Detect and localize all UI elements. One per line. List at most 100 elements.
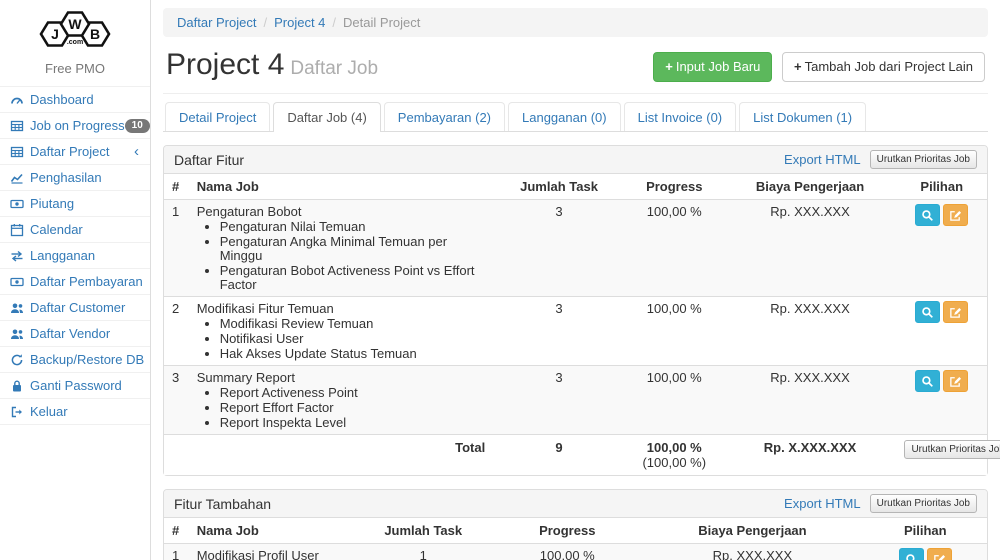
job-subtask: Notifikasi User xyxy=(220,332,486,346)
breadcrumb-separator: / xyxy=(256,15,274,30)
progress-value: 100,00 % xyxy=(625,366,724,435)
sidebar-item-penghasilan[interactable]: Penghasilan xyxy=(0,164,150,190)
main-content: Daftar Project / Project 4 / Detail Proj… xyxy=(151,0,1000,560)
sidebar-item-calendar[interactable]: Calendar xyxy=(0,216,150,242)
col-header-progress: Progress xyxy=(625,174,724,200)
job-name: Modifikasi Profil User xyxy=(197,548,346,560)
urutkan-prioritas-job-button[interactable]: Urutkan Prioritas Job xyxy=(870,150,977,169)
edit-job-button[interactable] xyxy=(927,548,952,560)
input-job-baru-button[interactable]: +Input Job Baru xyxy=(653,52,772,82)
job-subtask: Modifikasi Review Temuan xyxy=(220,317,486,331)
sidebar-item-daftar-project[interactable]: Daftar Project ‹ xyxy=(0,138,150,164)
jumlah-task-value: 3 xyxy=(493,297,625,366)
export-html-link[interactable]: Export HTML xyxy=(784,152,861,167)
sidebar-item-label: Langganan xyxy=(30,248,141,263)
calendar-icon xyxy=(9,223,25,237)
job-subtask: Report Effort Factor xyxy=(220,401,486,415)
refresh-icon xyxy=(9,353,25,367)
job-name: Modifikasi Fitur Temuan xyxy=(197,301,486,316)
job-subtasks: Pengaturan Nilai Temuan Pengaturan Angka… xyxy=(197,220,486,292)
total-tasks: 9 xyxy=(493,435,625,476)
sidebar-item-label: Daftar Customer xyxy=(30,300,141,315)
job-name: Pengaturan Bobot xyxy=(197,204,486,219)
tab-langganan[interactable]: Langganan (0) xyxy=(508,102,624,131)
biaya-value: Rp. XXX.XXX xyxy=(641,544,863,560)
tab-daftar-job[interactable]: Daftar Job (4) xyxy=(273,102,383,131)
app-window: J W B .com Free PMO Dashboard Job on Pro… xyxy=(0,0,1000,560)
users-icon xyxy=(9,301,25,315)
breadcrumb-current: Detail Project xyxy=(343,15,420,30)
chart-line-icon xyxy=(9,171,25,185)
col-header-jumlah-task: Jumlah Task xyxy=(353,518,493,544)
users-icon xyxy=(9,327,25,341)
sidebar-item-daftar-customer[interactable]: Daftar Customer xyxy=(0,294,150,320)
tab-pembayaran[interactable]: Pembayaran (2) xyxy=(384,102,508,131)
sidebar-item-dashboard[interactable]: Dashboard xyxy=(0,86,150,112)
edit-job-button[interactable] xyxy=(943,370,968,392)
breadcrumb-link-daftar-project[interactable]: Daftar Project xyxy=(177,15,256,30)
edit-icon xyxy=(933,553,946,560)
svg-text:.com: .com xyxy=(67,39,83,46)
export-html-link[interactable]: Export HTML xyxy=(784,496,861,511)
search-icon xyxy=(921,375,934,388)
breadcrumb-separator: / xyxy=(325,15,343,30)
table-icon xyxy=(9,145,25,159)
view-job-button[interactable] xyxy=(915,301,940,323)
job-name: Summary Report xyxy=(197,370,486,385)
svg-text:W: W xyxy=(68,16,82,32)
panel-heading: Fitur Tambahan Export HTML Urutkan Prior… xyxy=(164,490,987,518)
tab-list-dokumen[interactable]: List Dokumen (1) xyxy=(739,102,869,131)
tab-list-invoice[interactable]: List Invoice (0) xyxy=(624,102,740,131)
edit-job-button[interactable] xyxy=(943,301,968,323)
col-header-progress: Progress xyxy=(493,518,641,544)
sidebar-item-label: Daftar Pembayaran xyxy=(30,274,143,289)
sidebar-item-daftar-pembayaran[interactable]: Daftar Pembayaran xyxy=(0,268,150,294)
page-header: Project 4Daftar Job +Input Job Baru +Tam… xyxy=(163,37,988,94)
breadcrumb-link-project-4[interactable]: Project 4 xyxy=(274,15,325,30)
sidebar-item-job-on-progress[interactable]: Job on Progress 10 xyxy=(0,112,150,138)
breadcrumb: Daftar Project / Project 4 / Detail Proj… xyxy=(163,8,988,37)
view-job-button[interactable] xyxy=(915,370,940,392)
app-logo[interactable]: J W B .com xyxy=(0,0,150,55)
tambah-job-dari-project-lain-button[interactable]: +Tambah Job dari Project Lain xyxy=(782,52,985,82)
edit-icon xyxy=(949,209,962,222)
sidebar-item-label: Job on Progress xyxy=(30,118,125,133)
edit-job-button[interactable] xyxy=(943,204,968,226)
view-job-button[interactable] xyxy=(899,548,924,560)
col-header-biaya: Biaya Pengerjaan xyxy=(641,518,863,544)
sidebar-item-label: Dashboard xyxy=(30,92,141,107)
total-label: Total xyxy=(189,435,494,476)
brand-name: Free PMO xyxy=(0,61,150,76)
table-row: 1 Pengaturan Bobot Pengaturan Nilai Temu… xyxy=(164,200,987,297)
button-label: Tambah Job dari Project Lain xyxy=(805,59,973,74)
urutkan-prioritas-job-button[interactable]: Urutkan Prioritas Job xyxy=(904,440,1000,459)
panel-fitur-tambahan: Fitur Tambahan Export HTML Urutkan Prior… xyxy=(163,489,988,560)
progress-value: 100,00 % xyxy=(625,200,724,297)
job-subtask: Pengaturan Bobot Activeness Point vs Eff… xyxy=(220,264,486,292)
panel-heading: Daftar Fitur Export HTML Urutkan Priorit… xyxy=(164,146,987,174)
urutkan-prioritas-job-button[interactable]: Urutkan Prioritas Job xyxy=(870,494,977,513)
sidebar-item-daftar-vendor[interactable]: Daftar Vendor xyxy=(0,320,150,346)
sidebar-item-label: Penghasilan xyxy=(30,170,141,185)
job-subtasks: Modifikasi Review Temuan Notifikasi User… xyxy=(197,317,486,361)
table-icon xyxy=(9,119,25,133)
total-progress-secondary: (100,00 %) xyxy=(642,455,706,470)
svg-text:J: J xyxy=(51,26,59,42)
sidebar-item-piutang[interactable]: Piutang xyxy=(0,190,150,216)
col-header-pilihan: Pilihan xyxy=(864,518,987,544)
row-number: 3 xyxy=(164,366,189,435)
sidebar-item-langganan[interactable]: Langganan xyxy=(0,242,150,268)
sidebar-item-keluar[interactable]: Keluar xyxy=(0,398,150,425)
sidebar-item-ganti-password[interactable]: Ganti Password xyxy=(0,372,150,398)
sidebar-item-backup-restore-db[interactable]: Backup/Restore DB xyxy=(0,346,150,372)
panel-title: Daftar Fitur xyxy=(174,152,244,168)
plus-icon: + xyxy=(794,59,802,74)
view-job-button[interactable] xyxy=(915,204,940,226)
search-icon xyxy=(921,306,934,319)
col-header-no: # xyxy=(164,174,189,200)
sidebar-item-label: Backup/Restore DB xyxy=(30,352,144,367)
tab-detail-project[interactable]: Detail Project xyxy=(165,102,273,131)
jumlah-task-value: 3 xyxy=(493,366,625,435)
money-icon xyxy=(9,275,25,289)
edit-icon xyxy=(949,306,962,319)
